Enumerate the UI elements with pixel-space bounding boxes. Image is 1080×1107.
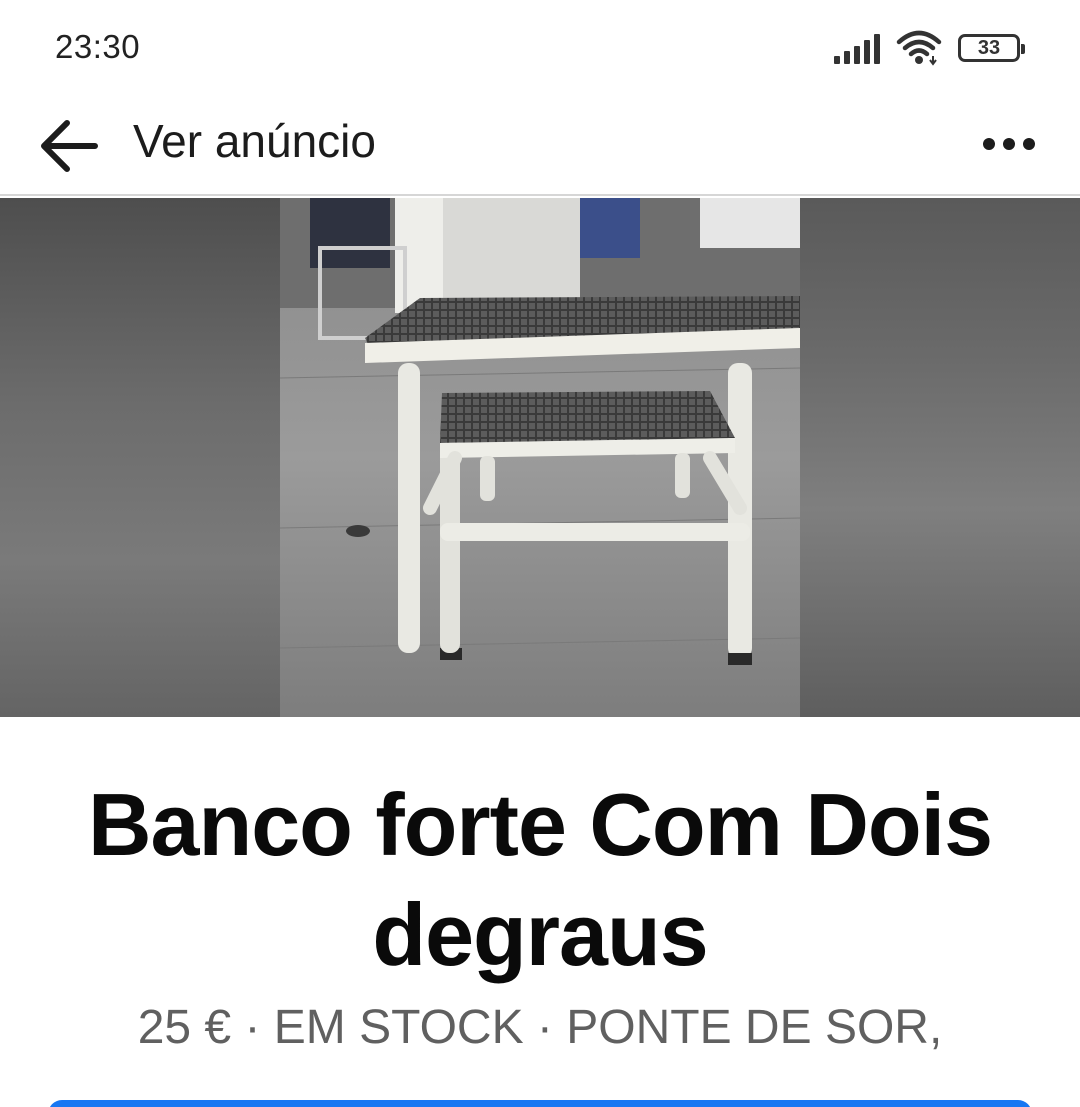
status-icons: 33	[834, 28, 1025, 68]
signal-icon	[834, 32, 880, 64]
more-options-icon	[983, 138, 995, 150]
message-seller-button[interactable]	[48, 1100, 1032, 1107]
page-title: Ver anúncio	[133, 115, 376, 167]
more-options-button[interactable]	[974, 114, 1044, 174]
battery-icon: 33	[958, 34, 1025, 62]
listing-title: Banco forte Com Dois degraus	[87, 775, 993, 984]
listing-price-location: 25 € · EM STOCK · PONTE DE SOR,	[137, 1001, 943, 1054]
photo-blur-background-left	[0, 198, 280, 717]
status-time: 23:30	[55, 28, 141, 65]
back-button[interactable]	[30, 108, 106, 184]
status-bar: 23:30 33	[0, 0, 1080, 96]
wifi-icon	[896, 30, 942, 66]
app-header: Ver anúncio	[0, 96, 1080, 196]
listing-photo[interactable]	[280, 198, 800, 717]
battery-level: 33	[977, 36, 1001, 59]
photo-blur-background-right	[800, 198, 1080, 717]
back-arrow-icon	[41, 120, 98, 172]
listing-photo-carousel[interactable]	[0, 198, 1080, 717]
